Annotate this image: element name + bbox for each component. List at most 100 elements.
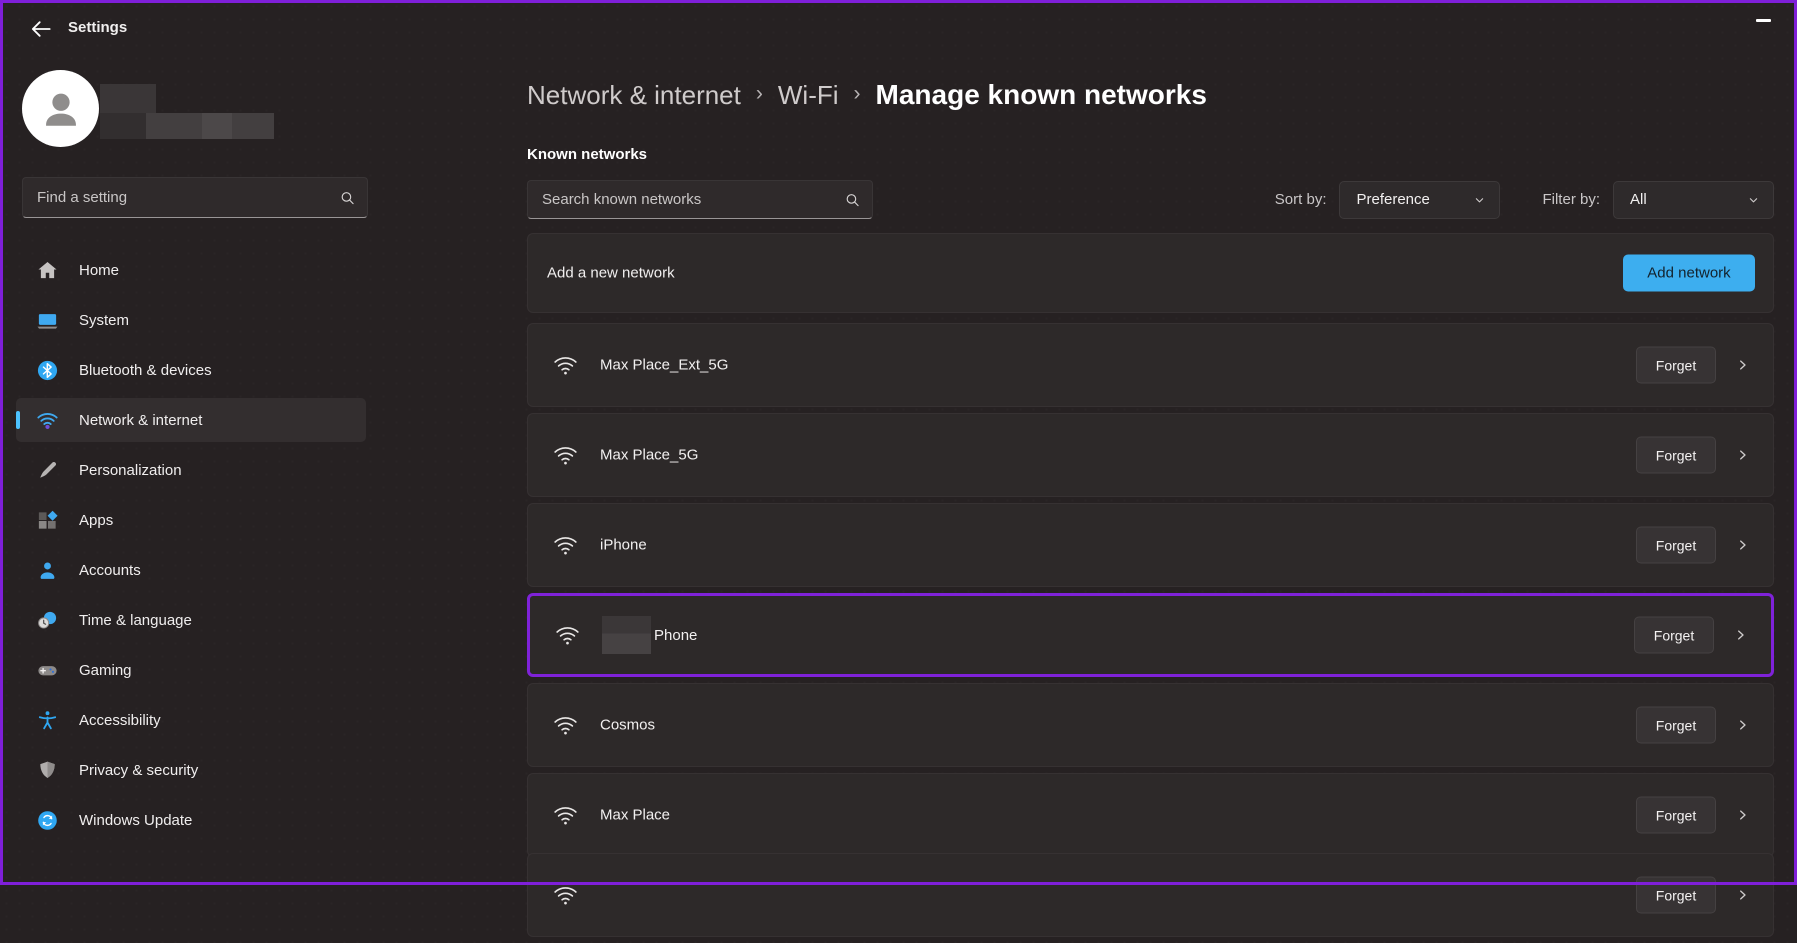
forget-button[interactable]: Forget (1636, 876, 1716, 914)
search-known-networks-input[interactable] (542, 181, 838, 218)
sidebar-item-privacy-security[interactable]: Privacy & security (16, 748, 366, 792)
network-row-phone[interactable]: Phone Forget (527, 593, 1774, 677)
filter-by-label: Filter by: (1542, 191, 1600, 208)
breadcrumb-separator: › (755, 81, 763, 105)
system-icon (36, 309, 59, 332)
forget-button[interactable]: Forget (1634, 616, 1714, 654)
sidebar-item-label: Personalization (79, 461, 182, 479)
forget-button[interactable]: Forget (1636, 526, 1716, 564)
wifi-icon (552, 442, 579, 469)
chevron-right-icon[interactable] (1734, 887, 1751, 904)
breadcrumb-separator: › (853, 81, 861, 105)
chevron-down-icon (1472, 192, 1487, 207)
sidebar-item-label: Home (79, 261, 120, 279)
search-icon (844, 191, 861, 208)
sort-filter-bar: Sort by: Preference Filter by: All (1275, 180, 1774, 219)
sidebar-item-system[interactable]: System (16, 298, 366, 342)
sidebar-item-gaming[interactable]: Gaming (16, 648, 366, 692)
apps-icon (36, 509, 59, 532)
sidebar-item-label: Bluetooth & devices (79, 361, 212, 379)
breadcrumb-network-internet[interactable]: Network & internet (527, 80, 741, 111)
chevron-right-icon[interactable] (1734, 357, 1751, 374)
sort-by-label: Sort by: (1274, 191, 1327, 208)
sidebar-item-network-internet[interactable]: Network & internet (16, 398, 366, 442)
sidebar-item-label: Accessibility (79, 711, 161, 729)
personalization-icon (36, 459, 59, 482)
redacted-user-email (100, 113, 274, 139)
gaming-icon (36, 659, 59, 682)
find-a-setting-input[interactable] (37, 178, 333, 217)
add-network-card: Add a new network Add network (527, 233, 1774, 313)
add-network-label: Add a new network (547, 264, 675, 282)
network-row-cosmos[interactable]: Cosmos Forget (527, 683, 1774, 767)
redacted-network-prefix (602, 616, 651, 654)
forget-button[interactable]: Forget (1636, 436, 1716, 474)
accounts-icon (36, 559, 59, 582)
add-network-button[interactable]: Add network (1623, 254, 1755, 292)
breadcrumb-wifi[interactable]: Wi-Fi (778, 80, 839, 111)
network-list: Max Place_Ext_5G Forget Max Place_5G For… (527, 323, 1774, 943)
sidebar-item-personalization[interactable]: Personalization (16, 448, 366, 492)
wifi-icon (554, 622, 581, 649)
known-networks-label: Known networks (527, 146, 648, 163)
back-arrow-icon (31, 21, 51, 37)
network-name: Max Place_5G (600, 446, 699, 464)
wifi-icon (552, 882, 579, 909)
privacy-icon (36, 759, 59, 782)
network-row-max-place[interactable]: Max Place Forget (527, 773, 1774, 857)
wifi-icon (552, 352, 579, 379)
sidebar-item-accessibility[interactable]: Accessibility (16, 698, 366, 742)
chevron-right-icon[interactable] (1734, 807, 1751, 824)
network-name: Max Place_Ext_5G (600, 356, 729, 374)
sidebar-item-label: Windows Update (79, 811, 193, 829)
network-row-iphone[interactable]: iPhone Forget (527, 503, 1774, 587)
redacted-user-name (100, 84, 156, 113)
network-name: Cosmos (600, 716, 656, 734)
home-icon (36, 259, 59, 282)
sidebar-item-label: Network & internet (79, 411, 203, 429)
network-row-max-place-5g[interactable]: Max Place_5G Forget (527, 413, 1774, 497)
network-name: Phone (602, 616, 697, 654)
chevron-down-icon (1746, 192, 1761, 207)
chevron-right-icon[interactable] (1732, 627, 1749, 644)
network-wifi-icon (36, 409, 59, 432)
minimize-button[interactable] (1756, 19, 1771, 22)
person-icon (45, 93, 76, 126)
find-a-setting-search[interactable] (22, 177, 368, 218)
sidebar-item-apps[interactable]: Apps (16, 498, 366, 542)
network-name: iPhone (600, 536, 647, 554)
chevron-right-icon[interactable] (1734, 717, 1751, 734)
chevron-right-icon[interactable] (1734, 447, 1751, 464)
search-icon (339, 189, 356, 206)
sidebar-item-time-language[interactable]: Time & language (16, 598, 366, 642)
forget-button[interactable]: Forget (1636, 796, 1716, 834)
forget-button[interactable]: Forget (1636, 346, 1716, 384)
network-name: Max Place (600, 806, 671, 824)
sidebar-item-label: System (79, 311, 130, 329)
sidebar-item-label: Time & language (79, 611, 192, 629)
search-known-networks[interactable] (527, 180, 873, 219)
filter-dropdown[interactable]: All (1613, 180, 1774, 219)
accessibility-icon (36, 709, 59, 732)
breadcrumb: Network & internet › Wi-Fi › Manage know… (527, 72, 1207, 118)
sidebar-item-bluetooth-devices[interactable]: Bluetooth & devices (16, 348, 366, 392)
sidebar-item-label: Gaming (79, 661, 132, 679)
sidebar-item-home[interactable]: Home (16, 248, 366, 292)
back-button[interactable] (28, 16, 54, 42)
avatar[interactable] (22, 70, 99, 147)
windows-update-icon (36, 809, 59, 832)
sidebar-item-label: Apps (79, 511, 114, 529)
sidebar-item-accounts[interactable]: Accounts (16, 548, 366, 592)
sidebar-item-label: Accounts (79, 561, 141, 579)
forget-button[interactable]: Forget (1636, 706, 1716, 744)
sort-dropdown[interactable]: Preference (1339, 180, 1501, 219)
network-row-max-place-ext-5g[interactable]: Max Place_Ext_5G Forget (527, 323, 1774, 407)
bluetooth-icon (36, 359, 59, 382)
wifi-icon (552, 712, 579, 739)
sidebar-item-windows-update[interactable]: Windows Update (16, 798, 366, 842)
filter-dropdown-value: All (1630, 191, 1647, 208)
sidebar-nav: Home System Bluetooth & devices Network … (16, 248, 366, 848)
page-title: Manage known networks (875, 79, 1207, 110)
chevron-right-icon[interactable] (1734, 537, 1751, 554)
network-row-partial[interactable]: Forget (527, 853, 1774, 937)
